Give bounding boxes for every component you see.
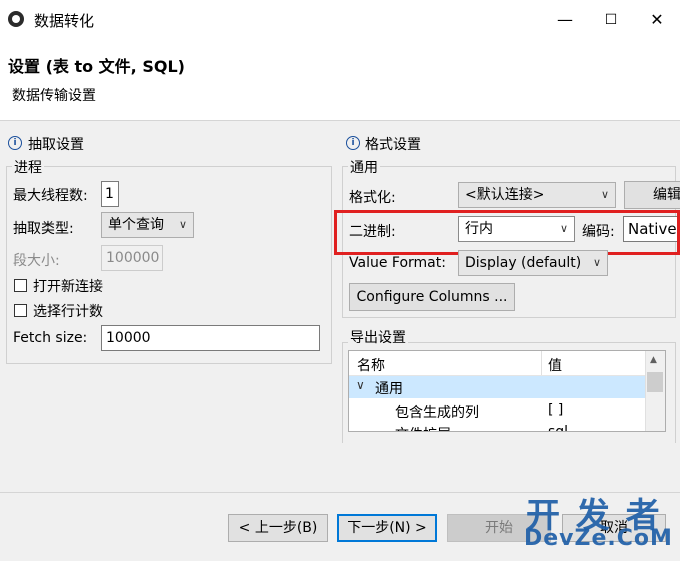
minimize-button[interactable]: — [542, 0, 588, 40]
binary-select[interactable]: 行内 ∨ [458, 216, 575, 242]
tree-row-name: 包含生成的列 [395, 405, 479, 421]
segment-size-label: 段大小: [13, 253, 60, 269]
tree-row-value[interactable]: [ ] [548, 402, 563, 418]
next-button[interactable]: 下一步(N) > [337, 514, 437, 542]
fetch-size-input[interactable]: 10000 [101, 325, 320, 351]
value-format-value: Display (default) [465, 255, 582, 271]
chevron-down-icon: ∨ [178, 218, 187, 231]
scroll-up-icon[interactable]: ▲ [650, 355, 657, 365]
edit-button[interactable]: 编辑 [624, 181, 680, 209]
open-new-connection-checkbox[interactable] [14, 279, 27, 292]
general-group-title: 通用 [348, 157, 380, 177]
open-new-connection-label: 打开新连接 [33, 279, 103, 295]
scrollbar-thumb[interactable] [647, 372, 663, 392]
export-settings-tree[interactable]: 名称 值 ∨ 通用 包含生成的列 [ ] 文件扩展 sql ▲ [348, 350, 666, 432]
tree-header [349, 351, 645, 376]
value-format-label: Value Format: [349, 255, 446, 271]
process-group-title: 进程 [12, 157, 44, 177]
fetch-size-label: Fetch size: [13, 330, 88, 346]
encoding-input[interactable]: Native [623, 216, 677, 242]
close-button[interactable]: ✕ [634, 0, 680, 40]
tree-header-value[interactable]: 值 [548, 355, 562, 375]
watermark-line2: DevZe.CoM [524, 526, 673, 551]
info-icon: i [8, 136, 22, 150]
export-settings-title: 导出设置 [348, 327, 408, 347]
app-icon [8, 11, 24, 27]
select-row-count-label: 选择行计数 [33, 304, 103, 320]
max-threads-label: 最大线程数: [13, 188, 88, 204]
tree-row-name: 文件扩展 [395, 424, 451, 431]
page-subtitle: 数据传输设置 [12, 88, 96, 104]
tree-row-name: 通用 [375, 381, 403, 397]
format-settings-title: 格式设置 [365, 137, 421, 153]
formatting-value: <默认连接> [465, 187, 545, 203]
tree-header-divider [541, 351, 542, 375]
extract-settings-title: 抽取设置 [28, 137, 84, 153]
formatting-select[interactable]: <默认连接> ∨ [458, 182, 616, 208]
segment-size-input: 100000 [101, 245, 163, 271]
tree-header-name[interactable]: 名称 [357, 355, 385, 375]
info-icon: i [346, 136, 360, 150]
window-title: 数据转化 [34, 12, 95, 30]
binary-value: 行内 [465, 221, 493, 237]
expand-chevron-icon[interactable]: ∨ [356, 378, 365, 392]
select-row-count-checkbox[interactable] [14, 304, 27, 317]
max-threads-input[interactable]: 1 [101, 181, 119, 207]
chevron-down-icon: ∨ [559, 222, 568, 235]
page-title: 设置 (表 to 文件, SQL) [8, 57, 185, 76]
maximize-button[interactable]: ☐ [588, 0, 634, 40]
tree-row-value[interactable]: sql [548, 424, 568, 431]
value-format-select[interactable]: Display (default) ∨ [458, 250, 608, 276]
back-button[interactable]: < 上一步(B) [228, 514, 328, 542]
extract-type-label: 抽取类型: [13, 221, 74, 237]
chevron-down-icon: ∨ [592, 256, 601, 269]
formatting-label: 格式化: [349, 190, 396, 206]
extract-type-select[interactable]: 单个查询 ∨ [101, 212, 194, 238]
chevron-down-icon: ∨ [600, 188, 609, 201]
encoding-label: 编码: [582, 224, 615, 240]
extract-type-value: 单个查询 [108, 217, 164, 233]
binary-label: 二进制: [349, 224, 396, 240]
configure-columns-button[interactable]: Configure Columns ... [349, 283, 515, 311]
